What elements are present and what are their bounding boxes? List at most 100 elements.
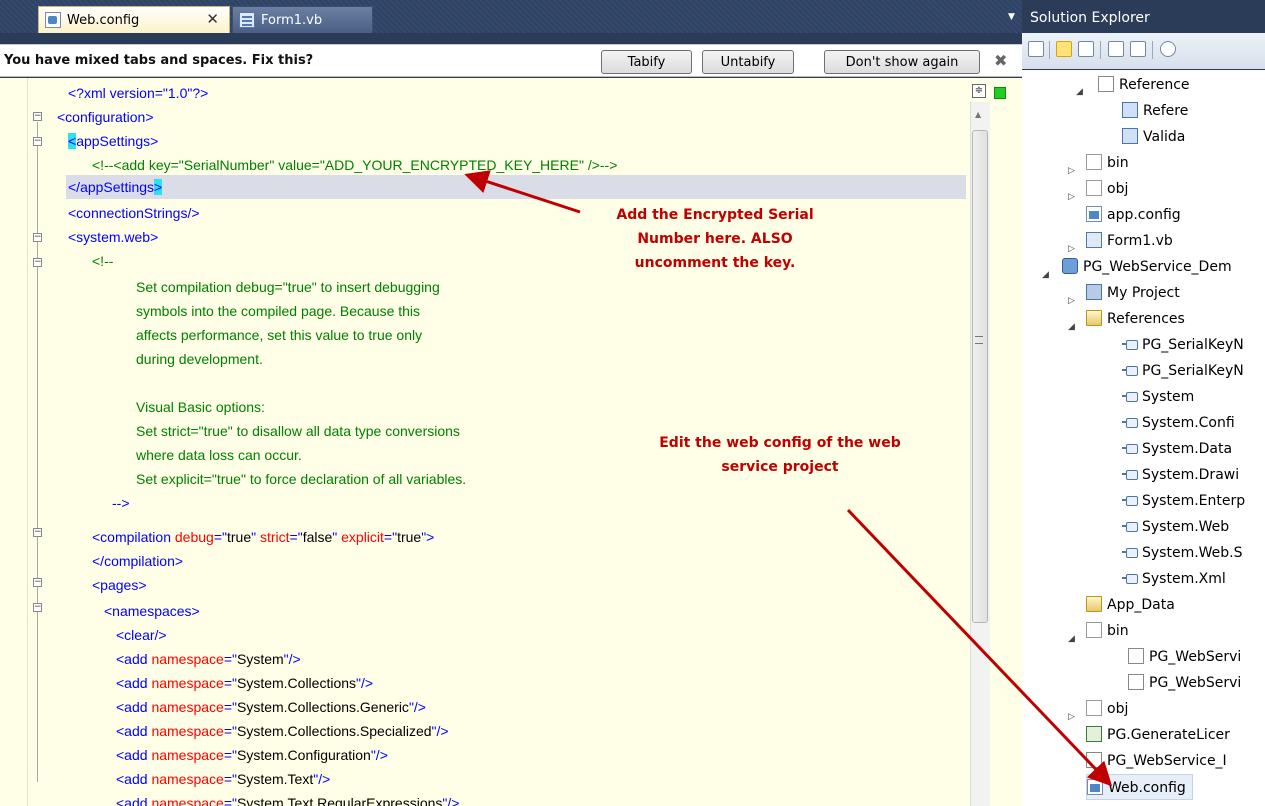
line-gutter — [0, 78, 28, 806]
tree-item[interactable]: Reference — [1098, 72, 1190, 98]
code-line: </appSettings> — [68, 179, 163, 195]
tree-item[interactable]: PG_WebServi — [1128, 670, 1241, 696]
ref-bullet-icon — [1122, 573, 1138, 584]
code-line: <compilation debug="true" strict="false"… — [92, 529, 435, 545]
tree-item-label: Refere — [1143, 103, 1189, 119]
code-line: symbols into the compiled page. Because … — [136, 303, 421, 319]
tree-item-label: System.Drawi — [1142, 467, 1240, 483]
tree-item[interactable]: PG_WebService_I — [1086, 748, 1227, 774]
collapse-all-icon[interactable] — [1028, 41, 1044, 57]
ref-bullet-icon — [1122, 495, 1138, 506]
collapsed-arrow-icon[interactable]: ▷ — [1068, 296, 1075, 306]
tree-item-label: System.Web — [1142, 519, 1230, 535]
collapse-icon[interactable]: − — [33, 233, 42, 242]
tree-item[interactable]: PG_SerialKeyN — [1122, 332, 1244, 358]
tree-item[interactable]: Form1.vb — [1086, 228, 1173, 254]
code-line: </compilation> — [92, 553, 184, 569]
refresh-icon[interactable] — [1078, 41, 1094, 57]
annotation-note-encrypted-serial: Add the Encrypted Serial Number here. AL… — [580, 203, 850, 275]
tree-item[interactable]: PG_WebServi — [1128, 644, 1241, 670]
tree-item[interactable]: Valida — [1122, 124, 1185, 150]
note-line: service project — [721, 459, 839, 475]
tree-item[interactable]: System.Drawi — [1122, 462, 1239, 488]
tree-item-label: PG_WebServi — [1149, 649, 1242, 665]
tree-item[interactable]: References — [1086, 306, 1185, 332]
untabify-button[interactable]: Untabify — [702, 50, 794, 74]
tree-item[interactable]: System.Web — [1122, 514, 1229, 540]
collapse-icon[interactable]: − — [33, 603, 42, 612]
collapse-icon[interactable]: − — [33, 112, 42, 121]
expanded-arrow-icon[interactable]: ◢ — [1076, 87, 1083, 97]
collapse-icon[interactable]: − — [33, 578, 42, 587]
code-line: <clear/> — [116, 627, 167, 643]
tree-item[interactable]: System.Web.S — [1122, 540, 1243, 566]
toolbar-separator — [1049, 41, 1050, 59]
tree-item-label: obj — [1107, 181, 1129, 197]
code-line: <?xml version="1.0"?> — [68, 85, 209, 101]
close-tab-icon[interactable]: ✕ — [206, 10, 219, 28]
code-area[interactable]: − − − − − − − <?xml version="1.0"?> <con… — [0, 78, 966, 806]
tree-item[interactable]: obj — [1086, 176, 1128, 202]
class-diagram-icon[interactable] — [1160, 41, 1176, 57]
tree-item-label: Web.config — [1108, 780, 1186, 796]
tree-item[interactable]: app.config — [1086, 202, 1181, 228]
expanded-arrow-icon[interactable]: ◢ — [1042, 270, 1049, 280]
scroll-grip-icon — [975, 336, 983, 344]
collapse-icon[interactable]: − — [33, 137, 42, 146]
tree-item[interactable]: System.Confi — [1122, 410, 1235, 436]
tree-item[interactable]: Refere — [1122, 98, 1188, 124]
collapsed-arrow-icon[interactable]: ▷ — [1068, 712, 1075, 722]
tree-item[interactable]: bin — [1086, 618, 1129, 644]
code-line: <add namespace="System.Text.RegularExpre… — [116, 795, 460, 806]
solution-tree[interactable]: ◢ Reference Refere Valida ▷ bin ▷ obj ap… — [1022, 70, 1265, 806]
vertical-scrollbar[interactable]: ≑ ▲ — [966, 78, 1022, 806]
dont-show-again-button[interactable]: Don't show again — [824, 50, 980, 74]
collapse-icon[interactable]: − — [33, 528, 42, 537]
tree-item[interactable]: PG_WebService_Dem — [1062, 254, 1232, 280]
tab-dropdown-icon[interactable]: ▼ — [1008, 12, 1015, 22]
tree-item-label: app.config — [1107, 207, 1181, 223]
tree-item[interactable]: System.Data — [1122, 436, 1232, 462]
tab-label: Web.config — [67, 12, 140, 28]
tab-form1-vb[interactable]: Form1.vb — [232, 6, 373, 33]
tree-item[interactable]: System.Xml — [1122, 566, 1226, 592]
collapsed-arrow-icon[interactable]: ▷ — [1068, 166, 1075, 176]
collapsed-arrow-icon[interactable]: ▷ — [1068, 192, 1075, 202]
scroll-up-icon[interactable]: ▲ — [975, 110, 981, 119]
collapsed-arrow-icon[interactable]: ▷ — [1068, 244, 1075, 254]
close-infobar-icon[interactable]: ✖ — [994, 51, 1007, 70]
expanded-arrow-icon[interactable]: ◢ — [1068, 322, 1075, 332]
tree-item-label: System.Xml — [1142, 571, 1226, 587]
code-line: <add namespace="System.Collections.Speci… — [116, 723, 449, 739]
split-window-icon[interactable]: ≑ — [972, 84, 986, 98]
code-line: affects performance, set this value to t… — [136, 327, 423, 343]
tree-item[interactable]: System.Enterp — [1122, 488, 1245, 514]
code-line: <connectionStrings/> — [68, 205, 200, 221]
tree-item-label: My Project — [1107, 285, 1180, 301]
tab-web-config[interactable]: Web.config ✕ — [38, 6, 230, 33]
solution-explorer-toolbar — [1022, 33, 1265, 69]
folder-empty-icon — [1086, 180, 1102, 196]
show-all-files-icon[interactable] — [1056, 41, 1072, 57]
tree-item[interactable]: System — [1122, 384, 1194, 410]
form-file-icon — [239, 12, 255, 28]
my-project-icon — [1086, 284, 1102, 300]
tree-item[interactable]: PG_SerialKeyN — [1122, 358, 1244, 384]
collapse-icon[interactable]: − — [33, 258, 42, 267]
tree-item[interactable]: bin — [1086, 150, 1129, 176]
view-designer-icon[interactable] — [1130, 41, 1146, 57]
ref-bullet-icon — [1122, 469, 1138, 480]
tree-item[interactable]: My Project — [1086, 280, 1180, 306]
tree-item-label: bin — [1107, 155, 1129, 171]
view-code-icon[interactable] — [1108, 41, 1124, 57]
expanded-arrow-icon[interactable]: ◢ — [1068, 634, 1075, 644]
tree-item-web-config[interactable]: Web.config — [1086, 774, 1193, 800]
tree-item[interactable]: PG.GenerateLicer — [1086, 722, 1230, 748]
code-editor[interactable]: − − − − − − − <?xml version="1.0"?> <con… — [0, 78, 1022, 806]
tree-item-label: App_Data — [1107, 597, 1175, 613]
scroll-thumb[interactable] — [972, 130, 988, 623]
tabify-button[interactable]: Tabify — [601, 50, 692, 74]
current-line-highlight — [66, 175, 966, 199]
tree-item[interactable]: obj — [1086, 696, 1128, 722]
tree-item[interactable]: App_Data — [1086, 592, 1175, 618]
